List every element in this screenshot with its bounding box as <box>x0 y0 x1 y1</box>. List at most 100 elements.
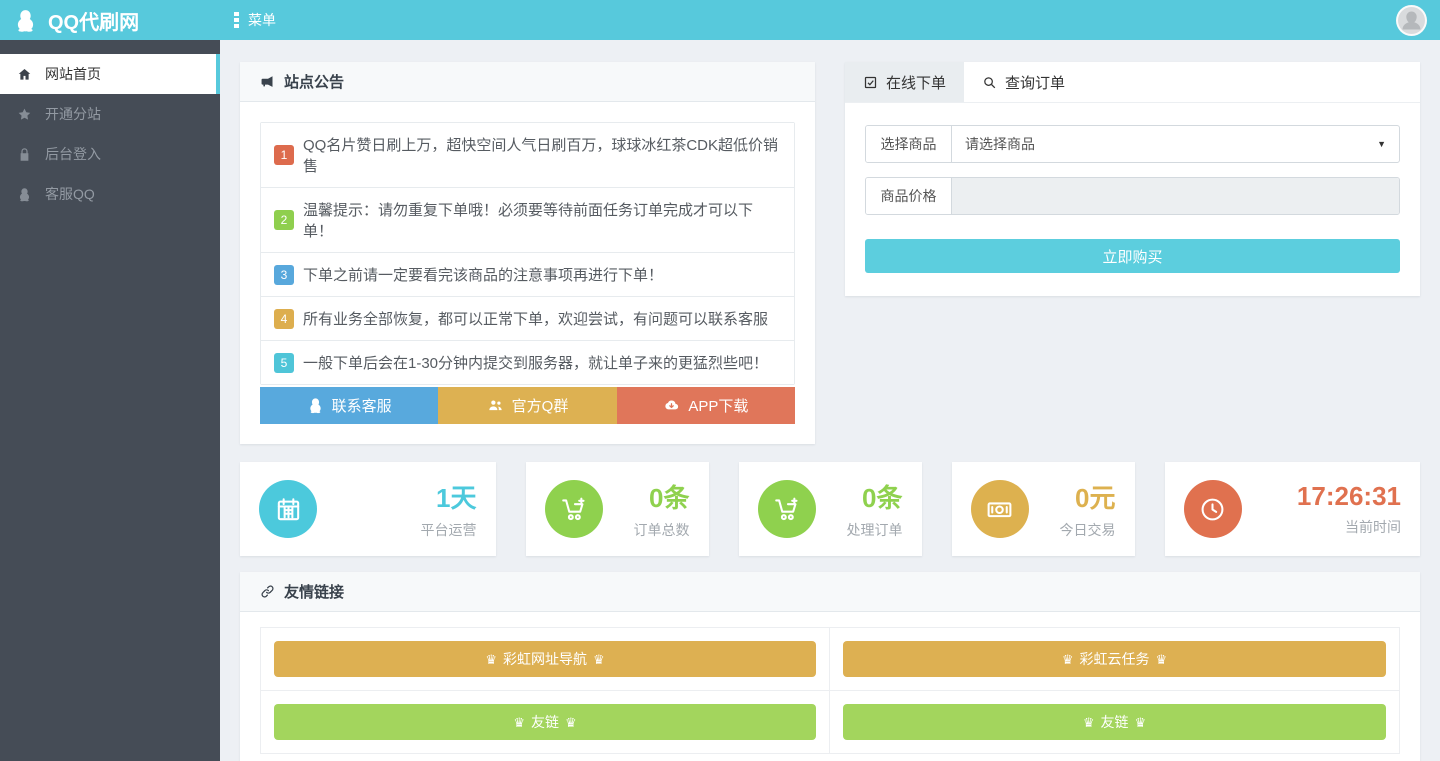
users-icon <box>487 397 504 414</box>
link-button-rainbow-nav[interactable]: 彩虹网址导航 <box>274 641 816 677</box>
friend-links-header: 友情链接 <box>240 572 1420 612</box>
bullhorn-icon <box>260 74 275 89</box>
notice-item: 3 下单之前请一定要看完该商品的注意事项再进行下单！ <box>261 253 794 297</box>
stat-card-processing-orders: 0条 处理订单 <box>739 462 922 556</box>
notice-item: 1 QQ名片赞日刷上万，超快空间人气日刷百万，球球冰红茶CDK超低价销售 <box>261 123 794 188</box>
qq-icon <box>17 187 32 202</box>
notice-badge: 3 <box>274 265 294 285</box>
link-cell: 彩虹云任务 <box>830 628 1399 691</box>
sidebar-item-support-qq[interactable]: 客服QQ <box>0 174 220 214</box>
button-label: APP下载 <box>688 395 748 416</box>
brand-title: QQ代刷网 <box>48 6 139 35</box>
money-icon <box>985 495 1014 524</box>
official-qq-group-button[interactable]: 官方Q群 <box>438 387 616 424</box>
announcement-panel: 站点公告 1 QQ名片赞日刷上万，超快空间人气日刷百万，球球冰红茶CDK超低价销… <box>240 62 815 444</box>
search-icon <box>982 75 997 90</box>
link-button-rainbow-cloud-task[interactable]: 彩虹云任务 <box>843 641 1386 677</box>
qq-logo-icon <box>13 8 38 33</box>
stat-value: 0条 <box>847 478 903 515</box>
sidebar-item-label: 客服QQ <box>45 184 95 204</box>
lock-icon <box>17 147 32 162</box>
button-label: 联系客服 <box>332 395 392 416</box>
cloud-download-icon <box>663 397 680 414</box>
buy-now-button[interactable]: 立即购买 <box>865 239 1400 273</box>
link-label: 彩虹云任务 <box>1080 649 1150 669</box>
sidebar-item-label: 后台登入 <box>45 144 101 164</box>
notice-badge: 4 <box>274 309 294 329</box>
order-panel: 在线下单 查询订单 选择商品 请选择商品 ▼ 商品价格 <box>845 62 1420 296</box>
link-label: 友链 <box>531 712 559 732</box>
topbar: QQ代刷网 菜单 <box>0 0 1440 40</box>
links-grid: 彩虹网址导航 彩虹云任务 友链 <box>260 627 1400 754</box>
link-cell: 彩虹网址导航 <box>261 628 830 691</box>
stats-row: 1天 平台运营 0条 订单总数 0条 处理订单 <box>240 462 1420 556</box>
tab-online-order[interactable]: 在线下单 <box>845 62 964 102</box>
sidebar-item-label: 开通分站 <box>45 104 101 124</box>
sidebar-item-label: 网站首页 <box>45 64 101 84</box>
sidebar-item-admin-login[interactable]: 后台登入 <box>0 134 220 174</box>
announcement-actions: 联系客服 官方Q群 APP下载 <box>260 387 795 424</box>
stat-label: 平台运营 <box>421 520 477 540</box>
home-icon <box>17 67 32 82</box>
menu-button[interactable]: 菜单 <box>220 0 276 40</box>
brand[interactable]: QQ代刷网 <box>0 6 220 35</box>
sidebar-item-substation[interactable]: 开通分站 <box>0 94 220 134</box>
app-download-button[interactable]: APP下载 <box>617 387 795 424</box>
tab-label: 在线下单 <box>886 72 946 93</box>
notice-item: 2 温馨提示：请勿重复下单哦！必须要等待前面任务订单完成才可以下单！ <box>261 188 794 253</box>
product-select-group: 选择商品 请选择商品 ▼ <box>865 125 1400 163</box>
sidebar: 网站首页 开通分站 后台登入 客服QQ <box>0 40 220 761</box>
announcement-title: 站点公告 <box>284 71 344 92</box>
stat-card-current-time: 17:26:31 当前时间 <box>1165 462 1421 556</box>
product-select[interactable]: 请选择商品 ▼ <box>952 126 1399 162</box>
link-icon <box>260 584 275 599</box>
notice-text: 温馨提示：请勿重复下单哦！必须要等待前面任务订单完成才可以下单！ <box>303 199 781 241</box>
avatar[interactable] <box>1396 5 1427 36</box>
cart-plus-icon <box>772 495 801 524</box>
menu-icon <box>234 12 239 28</box>
notice-text: 下单之前请一定要看完该商品的注意事项再进行下单！ <box>303 264 663 285</box>
link-button-friend-left[interactable]: 友链 <box>274 704 816 740</box>
link-label: 彩虹网址导航 <box>503 649 587 669</box>
notice-list: 1 QQ名片赞日刷上万，超快空间人气日刷百万，球球冰红茶CDK超低价销售 2 温… <box>260 122 795 385</box>
product-select-label: 选择商品 <box>866 126 952 162</box>
stat-card-today-trades: 0元 今日交易 <box>952 462 1135 556</box>
button-label: 官方Q群 <box>512 395 569 416</box>
friend-links-title: 友情链接 <box>284 581 344 602</box>
stat-card-total-orders: 0条 订单总数 <box>526 462 709 556</box>
stat-label: 今日交易 <box>1060 520 1116 540</box>
crown-icon <box>1135 714 1147 731</box>
sidebar-item-home[interactable]: 网站首页 <box>0 54 220 94</box>
announcement-header: 站点公告 <box>240 62 815 102</box>
qq-icon <box>307 397 324 414</box>
stat-value: 17:26:31 <box>1297 481 1401 512</box>
menu-label: 菜单 <box>248 10 276 30</box>
contact-support-button[interactable]: 联系客服 <box>260 387 438 424</box>
tab-label: 查询订单 <box>1005 72 1065 93</box>
cart-plus-icon <box>559 495 588 524</box>
notice-text: QQ名片赞日刷上万，超快空间人气日刷百万，球球冰红茶CDK超低价销售 <box>303 134 781 176</box>
price-label: 商品价格 <box>866 178 952 214</box>
tab-query-order[interactable]: 查询订单 <box>964 62 1083 102</box>
notice-text: 所有业务全部恢复，都可以正常下单，欢迎尝试，有问题可以联系客服 <box>303 308 768 329</box>
stat-label: 当前时间 <box>1297 517 1401 537</box>
notice-item: 4 所有业务全部恢复，都可以正常下单，欢迎尝试，有问题可以联系客服 <box>261 297 794 341</box>
price-group: 商品价格 <box>865 177 1400 215</box>
caret-down-icon: ▼ <box>1377 139 1386 149</box>
price-input[interactable] <box>952 178 1399 214</box>
link-cell: 友链 <box>830 691 1399 753</box>
crown-icon <box>1156 651 1168 668</box>
crown-icon <box>485 651 497 668</box>
crown-icon <box>593 651 605 668</box>
link-label: 友链 <box>1101 712 1129 732</box>
check-square-icon <box>863 75 878 90</box>
notice-badge: 1 <box>274 145 294 165</box>
crown-icon <box>565 714 577 731</box>
clock-icon <box>1198 495 1227 524</box>
notice-item: 5 一般下单后会在1-30分钟内提交到服务器，就让单子来的更猛烈些吧！ <box>261 341 794 384</box>
link-cell: 友链 <box>261 691 830 753</box>
crown-icon <box>1062 651 1074 668</box>
link-button-friend-right[interactable]: 友链 <box>843 704 1386 740</box>
user-silhouette-icon <box>1398 7 1425 34</box>
stat-value: 0元 <box>1060 478 1116 515</box>
